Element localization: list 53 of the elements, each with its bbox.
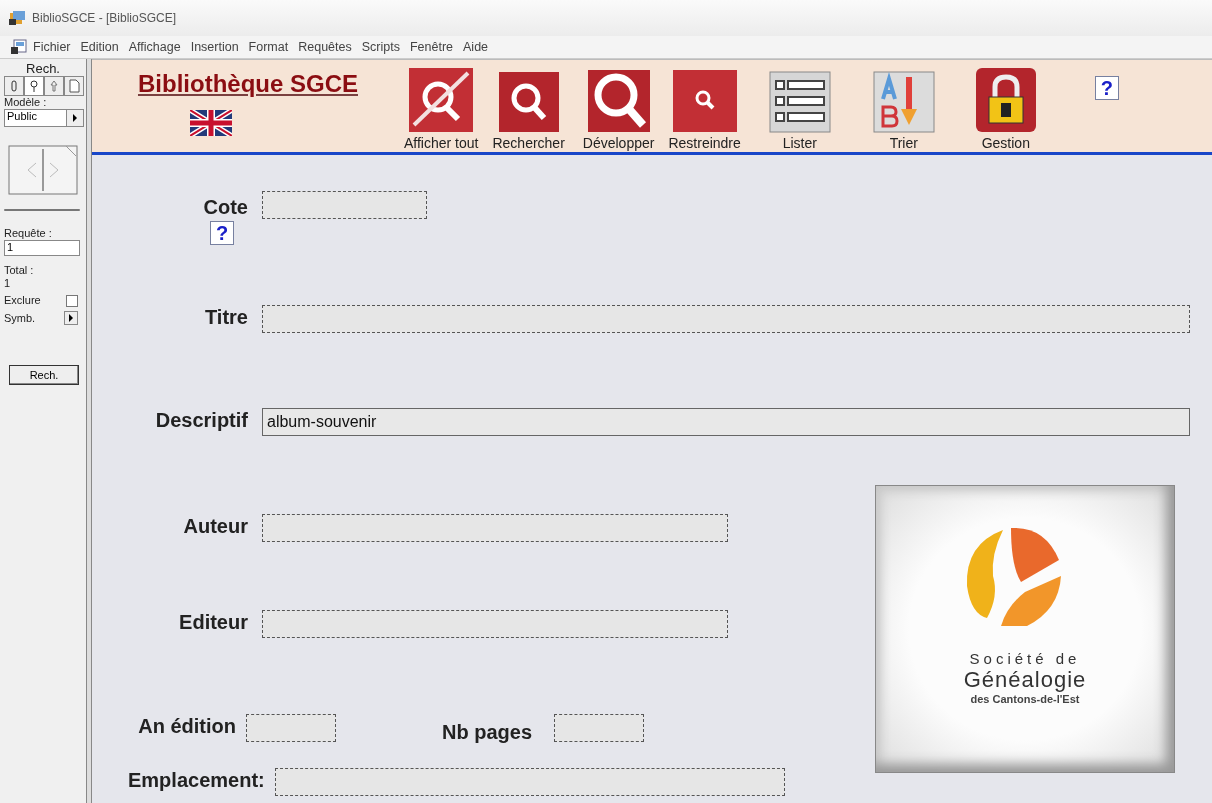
total-value: 1 [4, 277, 11, 290]
text-field[interactable] [262, 305, 1190, 333]
logo-text: Généalogie [963, 667, 1087, 693]
field-label: Cote [203, 195, 248, 219]
caret-icon [68, 314, 74, 322]
logo-text: Société de [969, 650, 1081, 667]
help-button[interactable]: ? [210, 221, 234, 245]
menu-item[interactable]: Affichage [123, 40, 186, 54]
search-icon[interactable] [24, 76, 44, 96]
arrow-up-icon[interactable] [44, 76, 64, 96]
text-field[interactable] [262, 191, 427, 219]
menu-item[interactable]: Scripts [356, 40, 405, 54]
query-label: Requête : [4, 227, 52, 240]
sidebar-title: Rech. [26, 61, 60, 76]
exclude-label: Exclure [4, 294, 41, 307]
menu-item[interactable]: Fenêtre [404, 40, 458, 54]
menu-item[interactable]: Edition [75, 40, 124, 54]
search-button[interactable]: Rech. [9, 365, 79, 385]
field-label: Titre [205, 305, 248, 329]
menu-item[interactable]: Insertion [185, 40, 244, 54]
page-icon[interactable] [64, 76, 84, 96]
flag-icon[interactable] [189, 110, 232, 136]
caret-icon [72, 114, 78, 122]
document-icon [10, 39, 28, 55]
total-label: Total : [4, 264, 34, 277]
field-label: Descriptif [155, 408, 248, 432]
model-dropdown[interactable]: Public [4, 109, 84, 127]
text-field[interactable] [246, 714, 336, 742]
field-label: Editeur [179, 610, 248, 634]
menu-item[interactable]: Fichier [28, 40, 76, 54]
query-field[interactable]: 1 [4, 240, 80, 256]
menu-item[interactable]: Aide [458, 40, 494, 54]
window-title: BiblioSGCE - [BiblioSGCE] [32, 11, 177, 25]
app-title: Bibliothèque SGCE [138, 70, 358, 98]
symbols-label: Symb. [4, 311, 36, 325]
text-field[interactable]: album-souvenir [262, 408, 1190, 436]
symbols-button[interactable] [64, 311, 78, 325]
exclude-checkbox[interactable] [66, 294, 78, 307]
text-field[interactable] [262, 514, 728, 542]
app-icon [8, 10, 26, 26]
book-icon [8, 145, 78, 195]
menu-item[interactable]: Requêtes [293, 40, 357, 54]
text-field[interactable] [554, 714, 645, 742]
model-label: Modèle : [4, 96, 47, 109]
menu-item[interactable]: Format [243, 40, 294, 54]
field-label: Nb pages [442, 720, 533, 744]
text-field[interactable] [262, 610, 728, 638]
text-field[interactable] [274, 768, 785, 796]
logo-text: des Cantons-de-l'Est [970, 693, 1080, 705]
field-label: An édition [138, 714, 236, 738]
help-button[interactable]: ? [1094, 76, 1119, 100]
field-label: Emplacement: [128, 768, 265, 792]
field-label: Auteur [183, 514, 248, 538]
